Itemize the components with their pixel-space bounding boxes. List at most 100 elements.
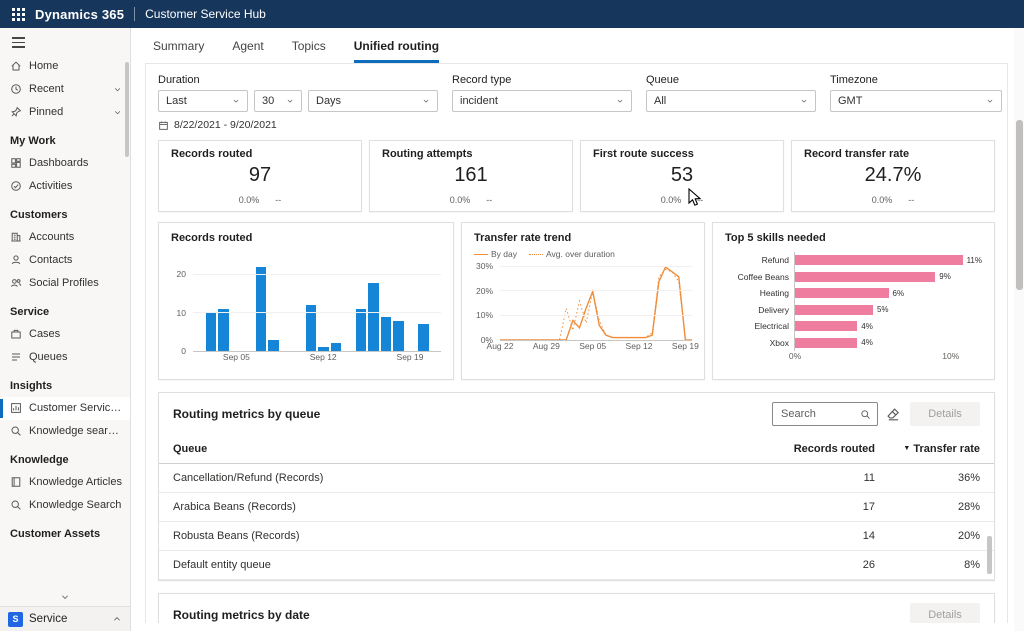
record-type-dropdown[interactable]: incident xyxy=(452,90,632,112)
kpi-card-records-routed: Records routed970.0%-- xyxy=(158,140,362,212)
sidebar-item-contacts[interactable]: Contacts xyxy=(0,249,130,272)
chevron-down-icon xyxy=(232,97,240,105)
clear-filters-icon[interactable] xyxy=(886,407,900,421)
cell-transfer-rate: 20% xyxy=(875,530,980,542)
sidebar-item-home[interactable]: Home xyxy=(0,55,130,78)
timezone-dropdown[interactable]: GMT xyxy=(830,90,1002,112)
table-title: Routing metrics by queue xyxy=(173,407,772,421)
table-row[interactable]: Arabica Beans (Records)1728% xyxy=(159,493,994,522)
records-routed-chart: Records routed 01020 Sep 05Sep 12Sep 19 xyxy=(158,222,454,380)
bar xyxy=(418,324,429,351)
contacts-icon xyxy=(10,254,22,266)
sidebar-item-knowledge-articles[interactable]: Knowledge Articles xyxy=(0,471,130,494)
skill-bar-track: 9% xyxy=(794,269,982,286)
main-scrollbar[interactable] xyxy=(1014,28,1024,631)
sidebar-item-recent[interactable]: Recent xyxy=(0,78,130,101)
pin-icon xyxy=(10,106,22,118)
table-scrollbar[interactable] xyxy=(987,484,992,574)
area-switcher[interactable]: S Service xyxy=(0,606,130,631)
tab-topics[interactable]: Topics xyxy=(292,39,326,63)
routing-metrics-by-queue-card: Routing metrics by queue Details Queue R… xyxy=(158,392,995,581)
sidebar-item-cases[interactable]: Cases xyxy=(0,323,130,346)
duration-unit-dropdown[interactable]: Days xyxy=(308,90,438,112)
sidebar-section-title: Insights xyxy=(0,369,130,397)
cell-records-routed: 17 xyxy=(755,501,875,513)
bar xyxy=(368,283,379,351)
dashboard-frame: Duration Last 30 Days xyxy=(145,63,1008,623)
duration-count-dropdown[interactable]: 30 xyxy=(254,90,302,112)
tab-agent[interactable]: Agent xyxy=(232,39,263,63)
cases-icon xyxy=(10,328,22,340)
queue-dropdown[interactable]: All xyxy=(646,90,816,112)
sidebar-item-knowledge-search[interactable]: Knowledge search... xyxy=(0,420,130,443)
sidebar-item-label: Knowledge search... xyxy=(29,425,122,437)
details-button[interactable]: Details xyxy=(910,603,980,623)
sidebar-item-customer-service[interactable]: Customer Service ... xyxy=(0,397,130,420)
trend-plot-area: 0%10%20%30% xyxy=(500,267,692,341)
sidebar-item-accounts[interactable]: Accounts xyxy=(0,226,130,249)
sidebar-scrollbar[interactable] xyxy=(125,62,129,617)
sidebar-item-label: Queues xyxy=(29,351,68,363)
app-subtitle[interactable]: Customer Service Hub xyxy=(145,7,266,21)
sidebar-item-dashboards[interactable]: Dashboards xyxy=(0,152,130,175)
table-row[interactable]: Robusta Beans (Records)1420% xyxy=(159,522,994,551)
selected-value: 30 xyxy=(262,95,274,107)
bar xyxy=(206,313,217,351)
y-tick-label: 30% xyxy=(476,261,493,271)
skill-label: Xbox xyxy=(725,338,789,348)
skill-bar xyxy=(795,338,857,348)
activities-icon xyxy=(10,180,22,192)
search-box[interactable] xyxy=(772,402,878,426)
table-scrollbar-thumb[interactable] xyxy=(987,536,992,574)
y-tick-label: 20% xyxy=(476,286,493,296)
skill-row-refund: Refund11% xyxy=(725,252,982,269)
sidebar-scroll-down-icon[interactable] xyxy=(0,592,130,606)
table-row[interactable]: Default entity queue268% xyxy=(159,551,994,580)
x-tick-label: 0% xyxy=(789,351,801,361)
topbar-divider xyxy=(134,7,135,21)
sort-descending-icon[interactable]: ▼ xyxy=(903,445,910,452)
kpi-card-record-transfer-rate: Record transfer rate24.7%0.0%-- xyxy=(791,140,995,212)
column-header-transfer-rate[interactable]: ▼Transfer rate xyxy=(875,443,980,455)
details-button[interactable]: Details xyxy=(910,402,980,426)
accounts-icon xyxy=(10,231,22,243)
kpi-value: 97 xyxy=(171,164,349,187)
tab-unified-routing[interactable]: Unified routing xyxy=(354,39,439,63)
date-range-row: 8/22/2021 - 9/20/2021 xyxy=(158,119,995,131)
date-range-text: 8/22/2021 - 9/20/2021 xyxy=(174,119,277,131)
duration-mode-dropdown[interactable]: Last xyxy=(158,90,248,112)
sidebar-scrollbar-thumb[interactable] xyxy=(125,62,129,157)
gridline xyxy=(500,290,692,291)
hamburger-menu-icon[interactable] xyxy=(0,28,130,55)
sidebar-item-pinned[interactable]: Pinned xyxy=(0,101,130,124)
top-app-bar: Dynamics 365 Customer Service Hub xyxy=(0,0,1024,28)
sidebar-item-label: Knowledge Articles xyxy=(29,476,122,488)
dashboards-icon xyxy=(10,157,22,169)
top-skills-chart: Top 5 skills needed Refund11%Coffee Bean… xyxy=(712,222,995,380)
tab-summary[interactable]: Summary xyxy=(153,39,204,63)
column-header-queue[interactable]: Queue xyxy=(173,443,755,455)
column-header-records-routed[interactable]: Records routed xyxy=(755,443,875,455)
waffle-icon[interactable] xyxy=(12,8,25,21)
x-tick-label: 10% xyxy=(942,351,959,361)
sidebar-item-knowledge-search[interactable]: Knowledge Search xyxy=(0,494,130,517)
sidebar-section-title: Customer Assets xyxy=(0,517,130,545)
sidebar-item-queues[interactable]: Queues xyxy=(0,346,130,369)
search-input[interactable] xyxy=(779,407,856,421)
service-area-badge: S xyxy=(8,612,23,627)
sidebar-item-activities[interactable]: Activities xyxy=(0,175,130,198)
legend-avg-over-duration: Avg. over duration xyxy=(529,249,615,259)
table-row[interactable]: Cancellation/Refund (Records)1136% xyxy=(159,464,994,493)
dashboard-tabs: Summary Agent Topics Unified routing xyxy=(131,28,1024,63)
skill-row-xbox: Xbox 4% xyxy=(725,335,982,352)
sidebar-section-title: Knowledge xyxy=(0,443,130,471)
kpi-title: First route success xyxy=(593,148,771,160)
selected-value: incident xyxy=(460,95,498,107)
chart-title: Transfer rate trend xyxy=(474,232,692,244)
bar xyxy=(318,347,329,351)
sidebar-item-social-profiles[interactable]: Social Profiles xyxy=(0,272,130,295)
skill-row-electrical: Electrical4% xyxy=(725,318,982,335)
skill-bar-track: 4% xyxy=(794,335,982,352)
app-title[interactable]: Dynamics 365 xyxy=(35,7,124,22)
main-scrollbar-thumb[interactable] xyxy=(1016,120,1023,290)
